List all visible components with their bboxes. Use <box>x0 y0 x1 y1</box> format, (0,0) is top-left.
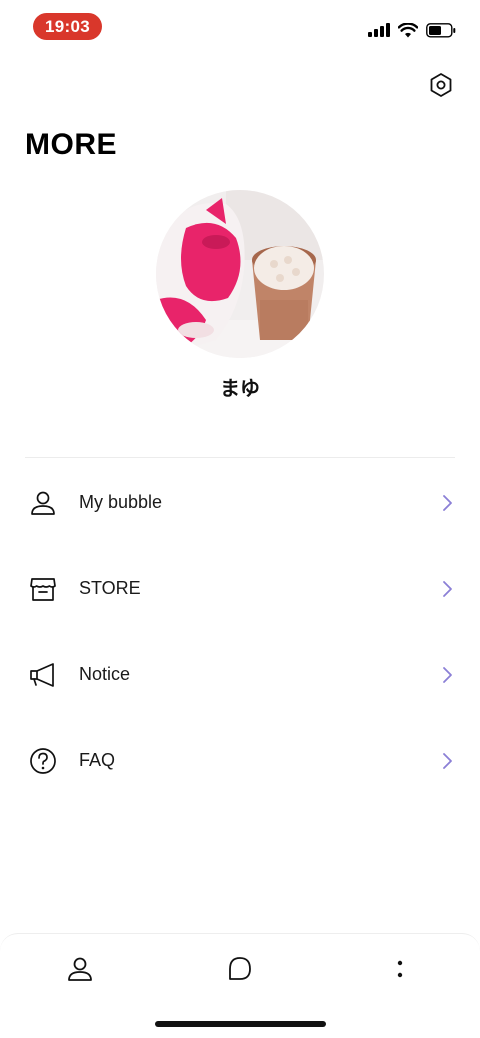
battery-icon <box>426 22 456 38</box>
divider <box>25 457 455 458</box>
menu-item-notice[interactable]: Notice <box>0 633 480 719</box>
page-title: MORE <box>25 128 117 161</box>
gear-icon <box>430 73 452 97</box>
profile-avatar[interactable] <box>156 190 324 358</box>
menu-item-store[interactable]: STORE <box>0 547 480 633</box>
menu-item-faq[interactable]: FAQ <box>0 719 480 805</box>
settings-button[interactable] <box>428 72 454 98</box>
cellular-signal-icon <box>368 23 390 37</box>
nav-profile-button[interactable] <box>62 951 98 987</box>
wifi-icon <box>398 22 418 37</box>
menu-item-label: FAQ <box>79 750 116 770</box>
person-icon <box>31 491 55 515</box>
chevron-right-icon <box>443 495 452 511</box>
megaphone-icon <box>30 663 54 687</box>
question-icon <box>30 748 56 774</box>
chevron-right-icon <box>443 753 452 769</box>
avatar-photo <box>156 190 324 358</box>
menu-item-label: STORE <box>79 578 141 598</box>
profile-name: まゆ <box>220 378 260 400</box>
status-time: 19:03 <box>33 13 102 40</box>
nav-more-button[interactable] <box>382 951 418 987</box>
menu-item-label: Notice <box>79 664 131 684</box>
store-icon <box>30 578 56 601</box>
more-vertical-icon <box>397 960 403 978</box>
chat-bubble-icon <box>229 957 251 980</box>
status-bar: 19:03 <box>0 0 480 52</box>
chevron-right-icon <box>443 667 452 683</box>
home-indicator <box>155 1021 326 1027</box>
chevron-right-icon <box>443 581 452 597</box>
person-icon <box>68 957 92 981</box>
status-icons <box>368 20 456 40</box>
nav-chat-button[interactable] <box>222 951 258 987</box>
menu-list: My bubble STORE Notice FAQ <box>0 461 480 805</box>
menu-item-my-bubble[interactable]: My bubble <box>0 461 480 547</box>
menu-item-label: My bubble <box>79 492 163 512</box>
